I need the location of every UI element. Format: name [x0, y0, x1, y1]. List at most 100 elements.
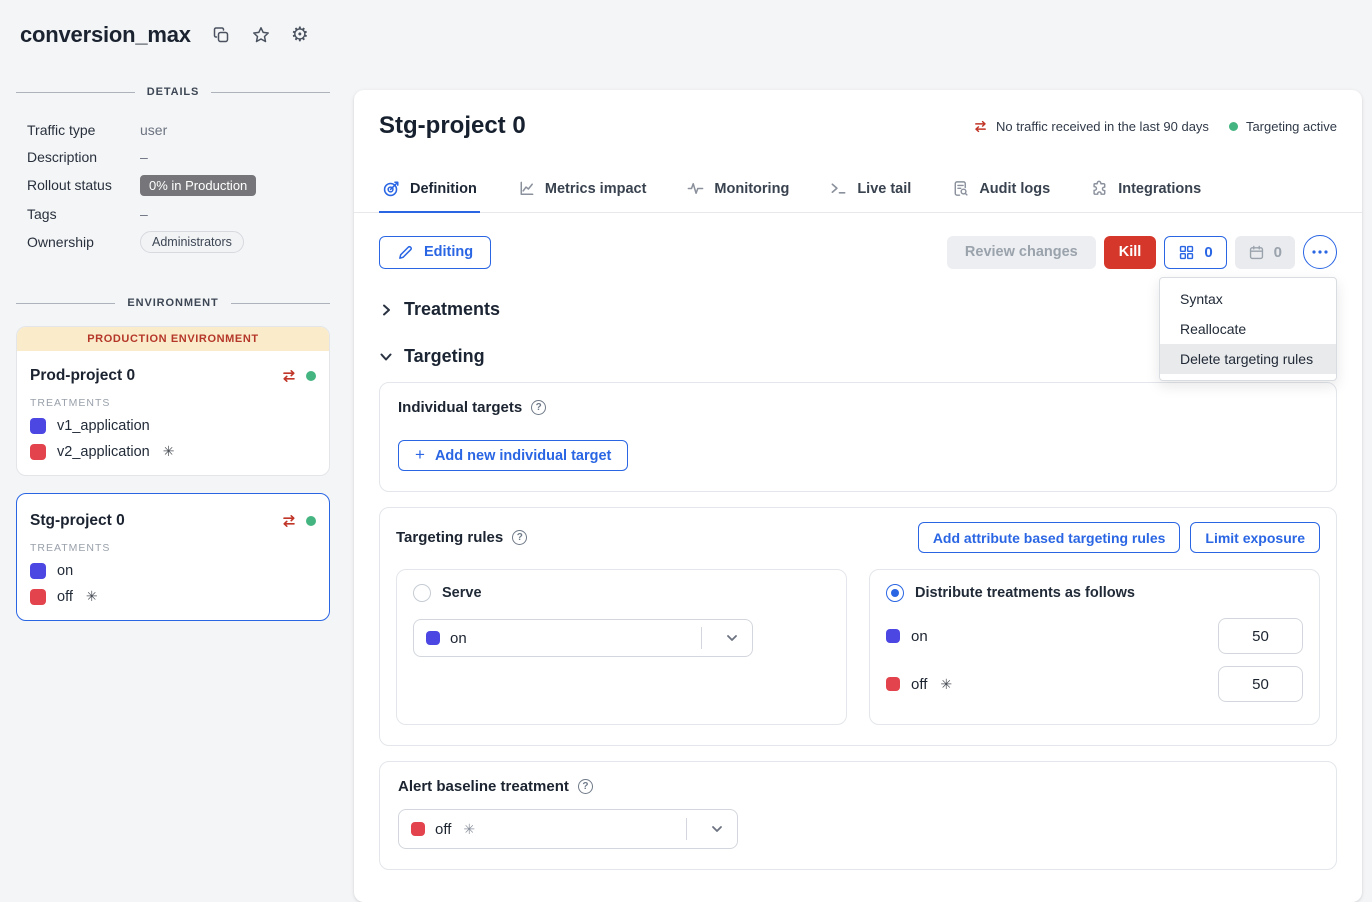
- star-icon[interactable]: [251, 25, 271, 45]
- serve-treatment-select[interactable]: on: [413, 619, 753, 657]
- serve-radio[interactable]: [413, 584, 431, 602]
- terminal-icon: [829, 179, 848, 198]
- details-rows: Traffic type user Description – Rollout …: [16, 116, 330, 257]
- treatment-color-chip: [30, 563, 46, 579]
- main-panel: Stg-project 0 No traffic received in the…: [354, 90, 1362, 902]
- traffic-status: No traffic received in the last 90 days: [973, 119, 1209, 134]
- treatment-row: on: [30, 563, 316, 579]
- environment-active-dot: [306, 516, 316, 526]
- environment-card-prod[interactable]: PRODUCTION ENVIRONMENT Prod-project 0 TR…: [16, 326, 330, 476]
- alert-baseline-card: Alert baseline treatment ? off ✳: [379, 761, 1337, 870]
- swap-arrows-icon: [281, 513, 297, 529]
- copy-icon[interactable]: [211, 25, 231, 45]
- distribute-row-off: off ✳: [886, 666, 1303, 702]
- add-attribute-rules-button[interactable]: Add attribute based targeting rules: [918, 522, 1181, 553]
- gear-icon[interactable]: ⚙: [291, 25, 309, 45]
- menu-item-delete-targeting-rules[interactable]: Delete targeting rules: [1160, 344, 1336, 374]
- kill-button[interactable]: Kill: [1104, 236, 1157, 269]
- targeting-rules-title: Targeting rules: [396, 529, 503, 546]
- swap-arrows-icon: [281, 368, 297, 384]
- plus-icon: +: [415, 445, 425, 465]
- ownership-pill[interactable]: Administrators: [140, 231, 244, 253]
- treatment-color-chip: [411, 822, 425, 836]
- menu-item-reallocate[interactable]: Reallocate: [1160, 314, 1336, 344]
- chevron-down-icon: [697, 821, 737, 837]
- menu-item-syntax[interactable]: Syntax: [1160, 284, 1336, 314]
- treatment-name: on: [57, 563, 73, 579]
- tab-monitoring[interactable]: Monitoring: [683, 170, 792, 213]
- environment-heading: ENVIRONMENT: [16, 297, 330, 309]
- production-environment-banner: PRODUCTION ENVIRONMENT: [17, 327, 329, 351]
- treatments-label: TREATMENTS: [30, 397, 316, 409]
- tab-bar: Definition Metrics impact Monitoring: [354, 170, 1362, 213]
- detail-label: Ownership: [27, 234, 140, 250]
- help-icon[interactable]: ?: [512, 530, 527, 545]
- distribute-percentage-input-off[interactable]: [1218, 666, 1303, 702]
- tab-integrations[interactable]: Integrations: [1087, 170, 1204, 213]
- grid-icon: [1178, 244, 1195, 261]
- detail-row-rollout-status: Rollout status 0% in Production: [27, 170, 330, 200]
- treatment-row: off ✳: [30, 588, 316, 605]
- alert-baseline-select[interactable]: off ✳: [398, 809, 738, 849]
- line-chart-icon: [517, 179, 536, 198]
- distribute-radio[interactable]: [886, 584, 904, 602]
- detail-value: user: [140, 122, 167, 138]
- treatments-label: TREATMENTS: [30, 542, 316, 554]
- detail-label: Rollout status: [27, 177, 140, 193]
- treatment-color-chip: [30, 444, 46, 460]
- swap-arrows-icon: [973, 119, 988, 134]
- serve-panel: Serve on: [396, 569, 847, 725]
- treatment-color-chip: [30, 589, 46, 605]
- flag-title: conversion_max: [20, 22, 191, 48]
- treatment-row: v1_application: [30, 418, 316, 434]
- limit-exposure-button[interactable]: Limit exposure: [1190, 522, 1320, 553]
- chevron-down-icon: [712, 630, 752, 646]
- pulse-icon: [686, 179, 705, 198]
- environment-active-dot: [306, 371, 316, 381]
- distribute-percentage-input-on[interactable]: [1218, 618, 1303, 654]
- environment-name: Prod-project 0: [30, 367, 281, 385]
- calendar-icon: [1248, 244, 1265, 261]
- review-changes-button[interactable]: Review changes: [947, 236, 1096, 269]
- treatment-name: v1_application: [57, 418, 150, 434]
- help-icon[interactable]: ?: [531, 400, 546, 415]
- targeting-rules-card: Targeting rules ? Add attribute based ta…: [379, 507, 1337, 746]
- puzzle-icon: [1090, 179, 1109, 198]
- help-icon[interactable]: ?: [578, 779, 593, 794]
- schedule-count-button[interactable]: 0: [1235, 236, 1295, 269]
- more-options-button[interactable]: [1303, 235, 1337, 269]
- distribute-label: Distribute treatments as follows: [915, 585, 1135, 601]
- environment-card-stg[interactable]: Stg-project 0 TREATMENTS on off ✳: [16, 493, 330, 621]
- detail-row-description: Description –: [27, 143, 330, 170]
- tab-audit-logs[interactable]: Audit logs: [948, 170, 1053, 213]
- details-heading: DETAILS: [16, 86, 330, 98]
- rules-count-button[interactable]: 0: [1164, 236, 1226, 269]
- tab-metrics-impact[interactable]: Metrics impact: [514, 170, 650, 213]
- chevron-right-icon: [379, 303, 393, 317]
- sidebar: DETAILS Traffic type user Description – …: [16, 86, 330, 621]
- treatment-color-chip: [426, 631, 440, 645]
- toolbar: Editing Review changes Kill 0: [379, 235, 1337, 269]
- options-menu: Syntax Reallocate Delete targeting rules: [1159, 277, 1337, 381]
- default-treatment-icon: ✳: [86, 588, 98, 605]
- default-treatment-icon: ✳: [940, 676, 952, 693]
- distribute-row-on: on: [886, 618, 1303, 654]
- individual-targets-card: Individual targets ? + Add new individua…: [379, 382, 1337, 492]
- add-individual-target-button[interactable]: + Add new individual target: [398, 440, 628, 471]
- tab-definition[interactable]: Definition: [379, 170, 480, 213]
- treatment-row: v2_application ✳: [30, 443, 316, 460]
- targeting-active-dot: [1229, 122, 1238, 131]
- environment-name: Stg-project 0: [30, 512, 281, 530]
- detail-row-ownership: Ownership Administrators: [27, 227, 330, 257]
- serve-selected-value: on: [450, 630, 467, 647]
- distribute-panel: Distribute treatments as follows on off …: [869, 569, 1320, 725]
- editing-button[interactable]: Editing: [379, 236, 491, 269]
- default-treatment-icon: ✳: [463, 821, 475, 838]
- tab-live-tail[interactable]: Live tail: [826, 170, 914, 213]
- section-targeting[interactable]: Targeting: [379, 346, 485, 367]
- targeting-status: Targeting active: [1229, 119, 1337, 134]
- treatment-color-chip: [30, 418, 46, 434]
- alert-baseline-title: Alert baseline treatment: [398, 778, 569, 795]
- detail-value: –: [140, 206, 148, 222]
- section-treatments[interactable]: Treatments: [379, 299, 500, 320]
